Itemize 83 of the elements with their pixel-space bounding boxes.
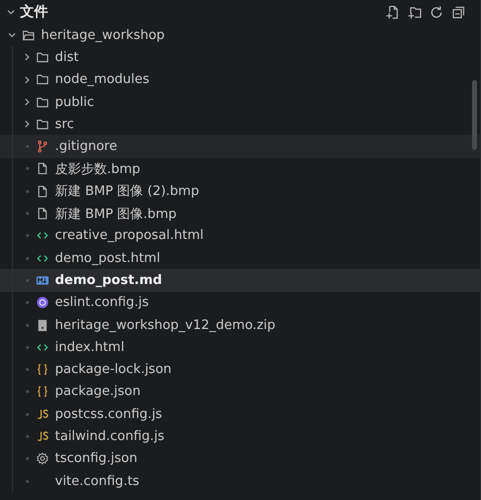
js-icon	[36, 408, 49, 421]
dot-icon	[26, 234, 28, 238]
file-icon	[36, 184, 49, 198]
folder-row[interactable]: src	[0, 113, 480, 136]
file-row[interactable]: package.json	[0, 380, 480, 404]
archive-icon	[36, 318, 49, 332]
chevron-icon[interactable]	[22, 52, 32, 62]
chevron-icon[interactable]	[22, 97, 32, 108]
braces-icon	[36, 363, 49, 376]
dot-icon	[26, 457, 28, 460]
folder-icon	[36, 118, 49, 131]
dot-icon	[26, 390, 28, 394]
file-row[interactable]: tsconfig.json	[0, 448, 480, 470]
file-name: postcss.config.js	[55, 406, 162, 422]
gear-icon	[36, 452, 49, 466]
chevron-icon[interactable]	[22, 119, 32, 130]
folder-icon	[36, 50, 49, 64]
dot-icon	[26, 368, 28, 372]
file-row[interactable]: eslint.config.js	[0, 292, 480, 314]
file-name: node_modules	[55, 72, 150, 88]
file-name: index.html	[55, 340, 124, 355]
file-row[interactable]: tailwind.config.js	[0, 425, 480, 448]
file-row[interactable]: postcss.config.js	[0, 403, 480, 426]
file-name: dist	[55, 50, 79, 65]
refresh-icon[interactable]	[429, 4, 444, 20]
file-name: 新建 BMP 图像.bmp	[55, 206, 177, 223]
file-name: package.json	[55, 384, 141, 400]
file-icon	[36, 162, 49, 176]
file-name: tailwind.config.js	[55, 428, 164, 444]
braces-icon	[36, 385, 49, 398]
file-name: tsconfig.json	[55, 451, 138, 466]
new-file-icon[interactable]	[385, 4, 400, 20]
file-row[interactable]: 新建 BMP 图像 (2).bmp	[0, 180, 480, 202]
file-name: creative_proposal.html	[55, 228, 204, 244]
chevron-icon[interactable]	[6, 7, 16, 17]
markdown-icon	[36, 274, 49, 287]
file-name: heritage_workshop_v12_demo.zip	[55, 318, 276, 332]
folder-row[interactable]: dist	[0, 46, 480, 69]
dot-icon	[26, 480, 28, 483]
collapse-all-icon[interactable]	[451, 4, 466, 20]
js-icon	[36, 430, 49, 443]
file-name: package-lock.json	[55, 362, 172, 378]
file-icon	[36, 207, 49, 220]
folder-icon	[22, 28, 35, 42]
file-row[interactable]: creative_proposal.html	[0, 224, 480, 247]
folder-name[interactable]: heritage_workshop	[41, 28, 165, 43]
file-name: .gitignore	[55, 139, 118, 154]
chevron-icon[interactable]	[22, 74, 32, 85]
file-name: eslint.config.js	[55, 295, 149, 310]
folder-row[interactable]: public	[0, 90, 480, 114]
dot-icon	[26, 212, 28, 216]
file-name: demo_post.html	[55, 250, 160, 266]
dot-icon	[26, 190, 28, 193]
dot-icon	[26, 346, 28, 349]
file-row[interactable]: demo_post.html	[0, 246, 480, 270]
panel-title: 文件	[20, 3, 48, 21]
file-row[interactable]: vite.config.ts	[0, 470, 480, 492]
dot-icon	[26, 145, 28, 148]
file-row[interactable]: .gitignore	[0, 135, 480, 158]
dot-icon	[26, 324, 28, 326]
file-row[interactable]: demo_post.md	[0, 269, 480, 292]
dot-icon	[26, 412, 28, 416]
file-name: src	[55, 116, 74, 132]
branch-icon	[36, 140, 49, 154]
file-name: 新建 BMP 图像 (2).bmp	[55, 183, 200, 200]
file-name: public	[55, 94, 94, 110]
folder-icon	[36, 73, 49, 86]
folder-icon	[36, 96, 49, 109]
dot-icon	[26, 434, 28, 438]
new-folder-icon[interactable]	[407, 4, 422, 20]
scrollbar[interactable]	[472, 80, 477, 150]
file-name: 皮影步数.bmp	[55, 160, 140, 178]
file-name: demo_post.md	[55, 272, 162, 288]
file-row[interactable]: 皮影步数.bmp	[0, 158, 480, 180]
file-row[interactable]: package-lock.json	[0, 358, 480, 381]
file-name: vite.config.ts	[55, 474, 140, 489]
file-row[interactable]: index.html	[0, 336, 480, 358]
dot-icon	[26, 301, 28, 304]
dot-icon	[26, 167, 28, 170]
file-row[interactable]: 新建 BMP 图像.bmp	[0, 202, 480, 225]
file-row[interactable]: heritage_workshop_v12_demo.zip	[0, 314, 480, 336]
dot-icon	[26, 256, 28, 260]
folder-row[interactable]: node_modules	[0, 68, 480, 91]
